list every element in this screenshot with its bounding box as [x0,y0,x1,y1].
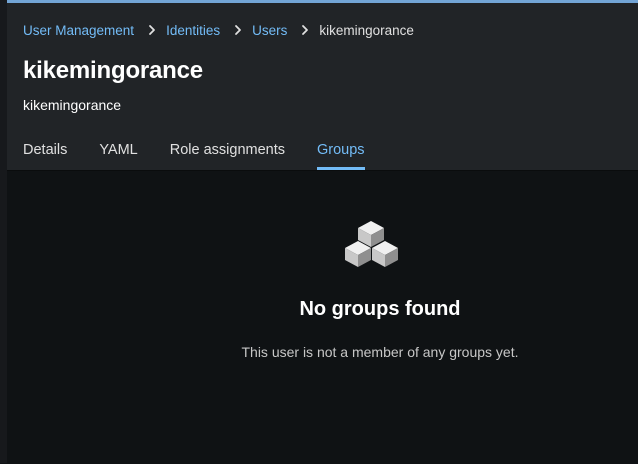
left-edge-strip [0,0,7,463]
tab-yaml[interactable]: YAML [99,133,137,170]
breadcrumb: User Management Identities Users kikemin… [23,21,414,39]
tab-role-assignments[interactable]: Role assignments [170,133,285,170]
empty-state-body: This user is not a member of any groups … [241,344,519,360]
page-title: kikemingorance [23,57,203,84]
chevron-right-icon [298,23,312,37]
breadcrumb-current: kikemingorance [319,22,414,38]
cubes-icon [344,219,400,269]
page-subtitle: kikemingorance [23,97,122,113]
breadcrumb-user-management[interactable]: User Management [23,23,134,38]
tab-details[interactable]: Details [23,133,67,170]
tab-groups[interactable]: Groups [317,133,365,170]
chevron-right-icon [145,23,159,37]
empty-state-title: No groups found [299,298,461,320]
page-header: User Management Identities Users kikemin… [7,3,638,170]
tab-bar: Details YAML Role assignments Groups [7,133,381,170]
chevron-right-icon [231,23,245,37]
breadcrumb-identities[interactable]: Identities [166,23,220,38]
breadcrumb-users[interactable]: Users [252,23,287,38]
